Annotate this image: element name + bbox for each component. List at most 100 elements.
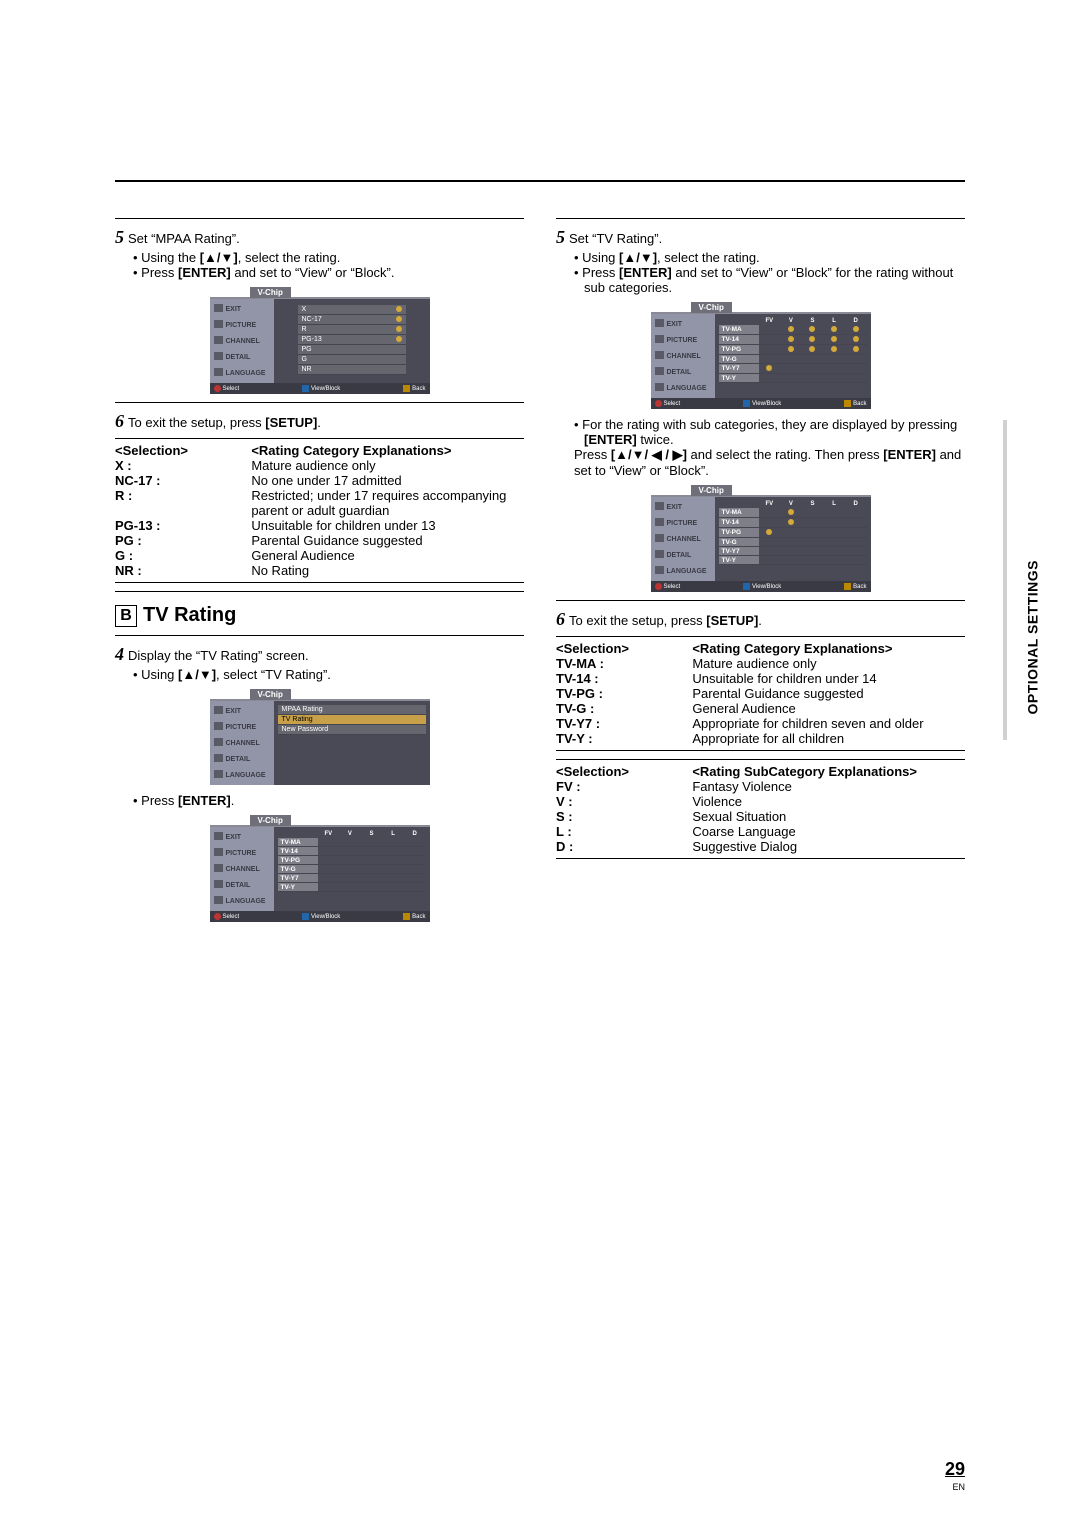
osd-col-header: L <box>823 501 845 507</box>
osd-cell <box>823 345 845 355</box>
lock-icon <box>831 326 837 332</box>
lock-icon <box>809 326 815 332</box>
bullet: Using [▲/▼], select “TV Rating”. <box>133 667 524 682</box>
osd-cell <box>780 374 802 383</box>
osd-cell <box>318 838 340 847</box>
bullet: Press [ENTER] and set to “View” or “Bloc… <box>133 265 524 280</box>
osd-cell <box>339 865 361 874</box>
lock-icon <box>396 336 402 342</box>
table-value: Mature audience only <box>692 656 965 671</box>
osd-row-label: TV-Y <box>278 883 318 892</box>
osd-cell <box>802 508 824 518</box>
menu-icon <box>214 864 223 874</box>
osd-cell <box>759 538 781 547</box>
osd-side-item: CHANNEL <box>212 333 272 349</box>
osd-side-item: PICTURE <box>212 719 272 735</box>
osd-cell <box>382 856 404 865</box>
menu-icon <box>655 502 664 512</box>
right-column: 5 Set “TV Rating”. Using [▲/▼], select t… <box>556 210 965 930</box>
lock-icon <box>809 346 815 352</box>
step-number: 6 <box>556 609 565 630</box>
osd-cell <box>823 335 845 345</box>
step-text: Set “TV Rating”. <box>569 231 662 246</box>
table-key: NC-17 : <box>115 473 251 488</box>
osd-cell <box>404 847 426 856</box>
osd-cell <box>361 847 383 856</box>
osd-cell <box>339 856 361 865</box>
osd-cell <box>780 345 802 355</box>
osd-cell <box>845 335 867 345</box>
osd-cell <box>845 556 867 565</box>
osd-col-header: FV <box>318 831 340 837</box>
table-value: Appropriate for all children <box>692 731 965 746</box>
osd-cell <box>361 865 383 874</box>
osd-cell <box>759 547 781 556</box>
osd-tv-rating-grid-locked: V-Chip EXITPICTURECHANNELDETAILLANGUAGE … <box>651 301 871 409</box>
lock-icon <box>788 509 794 515</box>
step-text: To exit the setup, press [SETUP]. <box>569 613 762 628</box>
table-value: No Rating <box>251 563 524 578</box>
table-value: General Audience <box>692 701 965 716</box>
table-value: Unsuitable for children under 14 <box>692 671 965 686</box>
osd-row: New Password <box>278 725 426 735</box>
tv-subcategory-explanation-table: <Selection><Rating SubCategory Explanati… <box>556 759 965 859</box>
lock-icon <box>809 336 815 342</box>
lock-icon <box>766 365 772 371</box>
tv-rating-explanation-table: <Selection><Rating Category Explanations… <box>556 636 965 751</box>
osd-side-item: LANGUAGE <box>653 563 713 579</box>
menu-icon <box>214 832 223 842</box>
osd-side-item: EXIT <box>212 829 272 845</box>
osd-cell <box>318 856 340 865</box>
osd-row-label: TV-G <box>278 865 318 874</box>
osd-row-label: TV-14 <box>719 335 759 345</box>
osd-cell <box>802 364 824 374</box>
osd-row-label: TV-14 <box>278 847 318 856</box>
osd-cell <box>823 556 845 565</box>
osd-row: R <box>298 325 406 335</box>
osd-cell <box>823 508 845 518</box>
osd-side-item: LANGUAGE <box>653 380 713 396</box>
osd-cell <box>802 556 824 565</box>
section-indicator-bar <box>1003 420 1007 740</box>
osd-side-item: DETAIL <box>653 547 713 563</box>
menu-icon <box>214 706 223 716</box>
step-text: Display the “TV Rating” screen. <box>128 648 309 663</box>
osd-cell <box>823 547 845 556</box>
osd-cell <box>780 518 802 528</box>
osd-row: PG <box>298 345 406 355</box>
osd-cell <box>845 518 867 528</box>
osd-row: G <box>298 355 406 365</box>
menu-icon <box>214 880 223 890</box>
osd-cell <box>339 883 361 892</box>
osd-cell <box>823 355 845 364</box>
table-value: General Audience <box>251 548 524 563</box>
table-key: X : <box>115 458 251 473</box>
table-key: PG-13 : <box>115 518 251 533</box>
table-key: FV : <box>556 779 692 794</box>
table-key: NR : <box>115 563 251 578</box>
osd-row-label: TV-Y7 <box>719 547 759 556</box>
lock-icon <box>788 336 794 342</box>
osd-col-header: D <box>845 501 867 507</box>
step-continuation: Press [▲/▼/ ◀ / ▶] and select the rating… <box>574 447 965 478</box>
step-number: 6 <box>115 411 124 432</box>
mpaa-explanation-table: <Selection><Rating Category Explanations… <box>115 438 524 583</box>
osd-side-item: LANGUAGE <box>212 365 272 381</box>
lock-icon <box>853 336 859 342</box>
osd-cell <box>802 528 824 538</box>
osd-side-item: PICTURE <box>212 317 272 333</box>
lock-icon <box>853 326 859 332</box>
bullet: Press [ENTER] and set to “View” or “Bloc… <box>574 265 965 295</box>
osd-cell <box>759 345 781 355</box>
osd-cell <box>802 335 824 345</box>
table-key: V : <box>556 794 692 809</box>
osd-side-item: CHANNEL <box>212 861 272 877</box>
table-value: Unsuitable for children under 13 <box>251 518 524 533</box>
table-key: PG : <box>115 533 251 548</box>
osd-row-label: TV-Y <box>719 374 759 383</box>
osd-row-label: TV-Y7 <box>278 874 318 883</box>
table-value: Appropriate for children seven and older <box>692 716 965 731</box>
osd-row-label: TV-MA <box>719 508 759 518</box>
osd-row-label: TV-MA <box>719 325 759 335</box>
osd-cell <box>802 538 824 547</box>
